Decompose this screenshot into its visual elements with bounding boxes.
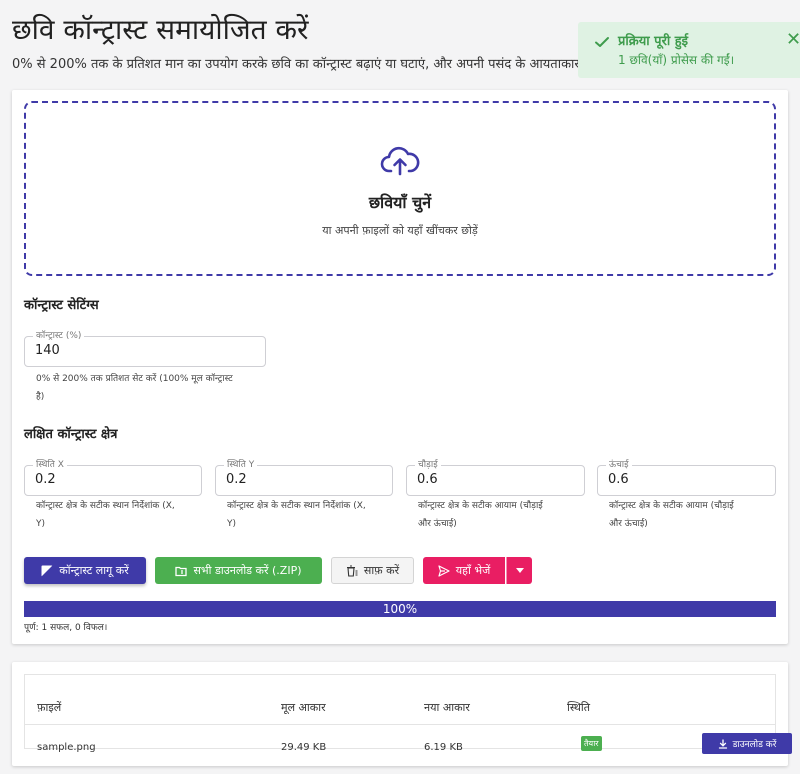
download-file-label: डाउनलोड करें — [732, 740, 777, 750]
contrast-settings-heading: कॉन्ट्रास्ट सेटिंग्स — [24, 298, 99, 313]
position-x-hint-line1: कॉन्ट्रास्ट क्षेत्र के सटीक स्थान निर्दे… — [36, 501, 175, 511]
clear-label: साफ़ करें — [363, 564, 400, 577]
cloud-upload-icon — [380, 146, 420, 176]
width-input[interactable] — [417, 472, 574, 487]
toast-title: प्रक्रिया पूरी हुई — [618, 34, 689, 49]
width-field[interactable]: चौड़ाई — [406, 459, 585, 496]
file-name-cell: sample.png — [37, 742, 96, 753]
progress-label: 100% — [382, 602, 418, 616]
download-zip-label: सभी डाउनलोड करें (.ZIP) — [193, 564, 302, 577]
position-y-label: स्थिति Y — [224, 459, 258, 471]
contrast-field-label: कॉन्ट्रास्ट (%) — [33, 330, 85, 342]
height-label: ऊंचाई — [606, 459, 632, 471]
progress-bar: 100% — [24, 601, 776, 617]
toast-message: 1 छवि(याँ) प्रोसेस की गईं। — [618, 53, 735, 67]
region-heading: लक्षित कॉन्ट्रास्ट क्षेत्र — [24, 427, 118, 442]
width-label: चौड़ाई — [415, 459, 441, 471]
header-status: स्थिति — [567, 701, 591, 714]
width-hint-line1: कॉन्ट्रास्ट क्षेत्र के सटीक आयाम (चौड़ाई — [418, 501, 543, 511]
send-dropdown-button[interactable] — [506, 557, 532, 584]
position-y-hint-line1: कॉन्ट्रास्ट क्षेत्र के सटीक स्थान निर्दे… — [227, 501, 366, 511]
send-here-label: यहाँ भेजें — [455, 564, 491, 577]
header-divider — [25, 724, 775, 725]
height-hint-line2: और ऊंचाई) — [609, 519, 648, 529]
check-icon — [595, 37, 609, 47]
status-badge: तैयार — [581, 736, 602, 751]
header-original-size: मूल आकार — [281, 701, 326, 714]
position-y-field[interactable]: स्थिति Y — [215, 459, 393, 496]
position-x-hint-line2: Y) — [36, 519, 46, 529]
contrast-field[interactable]: कॉन्ट्रास्ट (%) — [24, 330, 266, 367]
contrast-icon — [41, 565, 53, 576]
position-x-hint: कॉन्ट्रास्ट क्षेत्र के सटीक स्थान निर्दे… — [36, 497, 175, 533]
position-y-hint: कॉन्ट्रास्ट क्षेत्र के सटीक स्थान निर्दे… — [227, 497, 366, 533]
clear-icon — [346, 564, 358, 577]
send-here-button[interactable]: यहाँ भेजें — [423, 557, 505, 584]
position-x-label: स्थिति X — [33, 459, 67, 471]
clear-button[interactable]: साफ़ करें — [331, 557, 414, 584]
apply-contrast-button[interactable]: कॉन्ट्रास्ट लागू करें — [24, 557, 146, 584]
files-table: फ़ाइलें मूल आकार नया आकार स्थिति sample.… — [24, 674, 792, 754]
contrast-hint-line2: है) — [36, 392, 45, 402]
success-toast: प्रक्रिया पूरी हुई 1 छवि(याँ) प्रोसेस की… — [578, 22, 800, 78]
close-icon[interactable]: ✕ — [786, 31, 800, 49]
position-y-hint-line2: Y) — [227, 519, 237, 529]
progress-status: पूर्ण: 1 सफल, 0 विफल। — [24, 623, 108, 633]
height-hint: कॉन्ट्रास्ट क्षेत्र के सटीक आयाम (चौड़ाई… — [609, 497, 734, 533]
width-hint: कॉन्ट्रास्ट क्षेत्र के सटीक आयाम (चौड़ाई… — [418, 497, 543, 533]
width-hint-line2: और ऊंचाई) — [418, 519, 457, 529]
apply-contrast-label: कॉन्ट्रास्ट लागू करें — [59, 564, 129, 577]
header-file: फ़ाइलें — [37, 701, 62, 714]
contrast-input[interactable] — [35, 343, 255, 358]
upload-dropzone[interactable]: छवियाँ चुनें या अपनी फ़ाइलों को यहाँ खीं… — [24, 101, 776, 276]
header-new-size: नया आकार — [424, 701, 470, 714]
send-icon — [438, 564, 450, 577]
contrast-hint: 0% से 200% तक प्रतिशत सेट करें (100% मूल… — [36, 370, 233, 406]
dropzone-title: छवियाँ चुनें — [368, 193, 432, 212]
height-field[interactable]: ऊंचाई — [597, 459, 776, 496]
contrast-hint-line1: 0% से 200% तक प्रतिशत सेट करें (100% मूल… — [36, 374, 233, 384]
dropzone-subtitle: या अपनी फ़ाइलों को यहाँ खींचकर छोड़ें — [322, 224, 478, 237]
height-hint-line1: कॉन्ट्रास्ट क्षेत्र के सटीक आयाम (चौड़ाई — [609, 501, 734, 511]
height-input[interactable] — [608, 472, 765, 487]
position-x-field[interactable]: स्थिति X — [24, 459, 202, 496]
page-subtitle: 0% से 200% तक के प्रतिशत मान का उपयोग कर… — [12, 57, 580, 72]
files-card: फ़ाइलें मूल आकार नया आकार स्थिति sample.… — [12, 662, 792, 766]
settings-card: छवियाँ चुनें या अपनी फ़ाइलों को यहाँ खीं… — [12, 90, 788, 644]
download-icon — [718, 738, 727, 749]
original-size-cell: 29.49 KB — [281, 742, 327, 753]
page-title: छवि कॉन्ट्रास्ट समायोजित करें — [12, 13, 309, 46]
folder-zip-icon — [175, 566, 188, 576]
caret-down-icon — [515, 568, 524, 573]
position-y-input[interactable] — [226, 472, 382, 487]
download-file-button[interactable]: डाउनलोड करें — [702, 733, 792, 754]
position-x-input[interactable] — [35, 472, 191, 487]
download-zip-button[interactable]: सभी डाउनलोड करें (.ZIP) — [155, 557, 322, 584]
new-size-cell: 6.19 KB — [424, 742, 463, 753]
